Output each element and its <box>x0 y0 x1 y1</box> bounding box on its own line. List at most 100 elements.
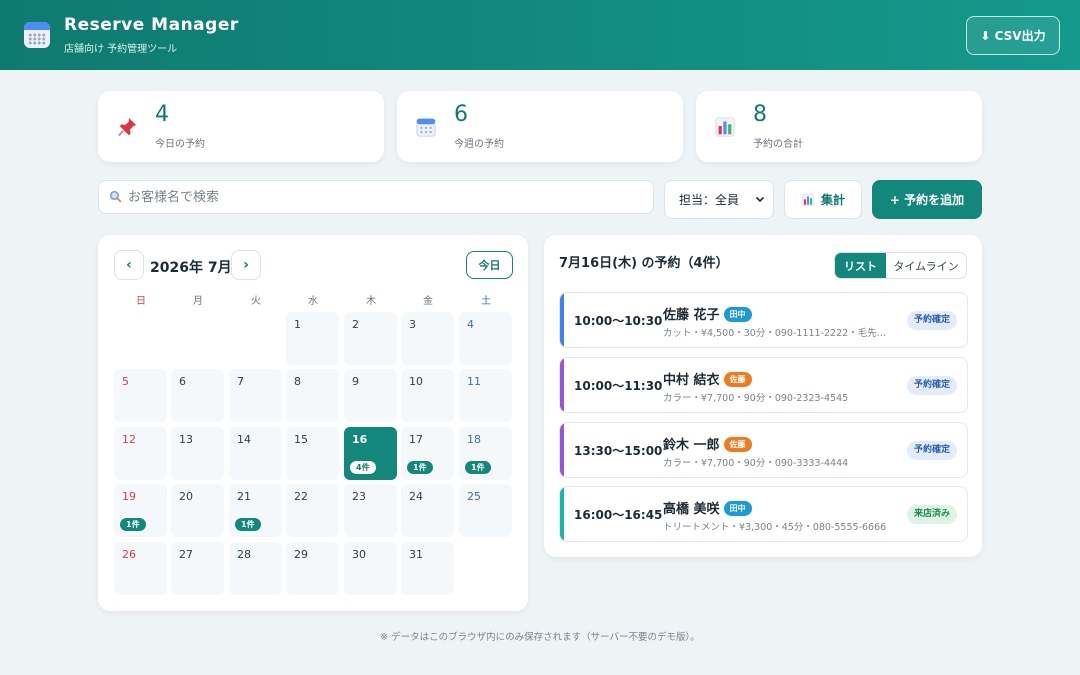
reservations-title: 7月16日(木) の予約（4件） <box>559 256 729 271</box>
next-month-button[interactable]: › <box>231 250 261 280</box>
reservation-count-badge: 1件 <box>407 461 433 474</box>
reservation-item[interactable]: 10:00〜11:30 中村 結衣 佐藤 カラー・¥7,700・90分・090-2… <box>559 357 968 413</box>
stat-today-label: 今日の予約 <box>155 138 205 150</box>
calendar-day-8[interactable]: 8 <box>286 369 339 422</box>
reservation-customer: 佐藤 花子 田中 <box>663 304 752 323</box>
calendar-day-27[interactable]: 27 <box>171 542 224 595</box>
footer-note: ※ データはこのブラウザ内にのみ保存されます（サーバー不要のデモ版）。 <box>380 632 700 643</box>
search-input[interactable] <box>128 189 628 205</box>
reservation-count-badge: 4件 <box>350 461 376 474</box>
csv-export-button[interactable]: ⬇ CSV出力 <box>966 15 1060 55</box>
view-toggle: リスト タイムライン <box>834 252 967 279</box>
day-number: 20 <box>179 490 193 503</box>
status-badge: 来店済み <box>906 505 957 524</box>
calendar-day-19[interactable]: 19 1件 <box>114 484 167 537</box>
chevron-down-icon <box>755 193 765 207</box>
reservation-detail: トリートメント・¥3,300・45分・080-5555-6666 <box>663 522 887 533</box>
day-number: 17 <box>409 433 423 446</box>
reservation-time: 16:00〜16:45 <box>574 508 663 522</box>
calendar-day-10[interactable]: 10 <box>401 369 454 422</box>
reservation-color-bar <box>560 293 564 347</box>
stat-total-value: 8 <box>753 101 767 127</box>
calendar-day-24[interactable]: 24 <box>401 484 454 537</box>
day-number: 11 <box>467 375 481 388</box>
reservation-item[interactable]: 13:30〜15:00 鈴木 一郎 佐藤 カラー・¥7,700・90分・090-3… <box>559 422 968 478</box>
customer-name: 佐藤 花子 <box>663 308 720 323</box>
weekday-sat: 土 <box>481 296 491 307</box>
calendar-day-20[interactable]: 20 <box>171 484 224 537</box>
status-badge: 予約確定 <box>906 376 957 395</box>
reservation-customer: 中村 結衣 佐藤 <box>663 369 752 388</box>
today-button[interactable]: 今日 <box>466 251 513 279</box>
calendar-day-7[interactable]: 7 <box>229 369 282 422</box>
app-header: Reserve Manager 店舗向け 予約管理ツール ⬇ CSV出力 <box>0 0 1080 70</box>
weekday-sun: 日 <box>136 296 146 307</box>
calendar-day-23[interactable]: 23 <box>344 484 397 537</box>
day-number: 21 <box>237 490 251 503</box>
calendar-day-25[interactable]: 25 <box>459 484 512 537</box>
status-badge: 予約確定 <box>906 441 957 460</box>
app-title: Reserve Manager <box>64 15 239 35</box>
calendar-day-14[interactable]: 14 <box>229 427 282 480</box>
calendar-day-3[interactable]: 3 <box>401 312 454 365</box>
calendar-day-28[interactable]: 28 <box>229 542 282 595</box>
reservation-item[interactable]: 16:00〜16:45 高橋 美咲 田中 トリートメント・¥3,300・45分・0… <box>559 486 968 542</box>
calendar-day-31[interactable]: 31 <box>401 542 454 595</box>
calendar-day-17[interactable]: 17 1件 <box>401 427 454 480</box>
staff-filter-value: 担当：全員 <box>679 193 740 207</box>
customer-name: 鈴木 一郎 <box>663 438 720 453</box>
day-number: 31 <box>409 548 423 561</box>
reservation-customer: 高橋 美咲 田中 <box>663 498 752 517</box>
calendar-day-1[interactable]: 1 <box>286 312 339 365</box>
reservation-color-bar <box>560 423 564 477</box>
reservation-customer: 鈴木 一郎 佐藤 <box>663 434 752 453</box>
stat-card-total: 8 予約の合計 <box>696 91 982 162</box>
calendar-day-5[interactable]: 5 <box>114 369 167 422</box>
day-number: 29 <box>294 548 308 561</box>
pushpin-icon <box>115 115 139 139</box>
calendar-card: ‹ 2026年 7月 › 今日 日 月 火 水 木 金 土 1234567891… <box>98 235 528 611</box>
weekday-fri: 金 <box>423 296 433 307</box>
calendar-day-16[interactable]: 16 4件 <box>344 427 397 480</box>
calendar-day-12[interactable]: 12 <box>114 427 167 480</box>
staff-badge: 田中 <box>723 307 752 322</box>
calendar-day-21[interactable]: 21 1件 <box>229 484 282 537</box>
calendar-day-9[interactable]: 9 <box>344 369 397 422</box>
calendar-day-13[interactable]: 13 <box>171 427 224 480</box>
prev-month-button[interactable]: ‹ <box>114 250 144 280</box>
calendar-day-15[interactable]: 15 <box>286 427 339 480</box>
calendar-day-4[interactable]: 4 <box>459 312 512 365</box>
day-number: 10 <box>409 375 423 388</box>
weekday-thu: 木 <box>366 296 376 307</box>
day-number: 15 <box>294 433 308 446</box>
calendar-icon <box>414 115 438 139</box>
calendar-day-6[interactable]: 6 <box>171 369 224 422</box>
calendar-day-22[interactable]: 22 <box>286 484 339 537</box>
day-number: 28 <box>237 548 251 561</box>
view-list-tab[interactable]: リスト <box>835 253 886 278</box>
staff-filter-select[interactable]: 担当：全員 <box>664 180 774 219</box>
calendar-day-11[interactable]: 11 <box>459 369 512 422</box>
day-number: 13 <box>179 433 193 446</box>
calendar-month-title: 2026年 7月 <box>150 260 232 276</box>
stats-button[interactable]: 集計 <box>784 180 862 219</box>
calendar-day-30[interactable]: 30 <box>344 542 397 595</box>
weekday-mon: 月 <box>193 296 203 307</box>
search-box[interactable] <box>98 180 654 214</box>
staff-badge: 田中 <box>723 501 752 516</box>
add-reservation-button[interactable]: + 予約を追加 <box>872 180 982 219</box>
calendar-day-18[interactable]: 18 1件 <box>459 427 512 480</box>
calendar-day-2[interactable]: 2 <box>344 312 397 365</box>
day-number: 7 <box>237 375 244 388</box>
weekday-tue: 火 <box>251 296 261 307</box>
weekday-wed: 水 <box>308 296 318 307</box>
day-number: 19 <box>122 490 136 503</box>
calendar-day-29[interactable]: 29 <box>286 542 339 595</box>
reservation-item[interactable]: 10:00〜10:30 佐藤 花子 田中 カット・¥4,500・30分・090-1… <box>559 292 968 348</box>
day-number: 27 <box>179 548 193 561</box>
calendar-day-26[interactable]: 26 <box>114 542 167 595</box>
day-number: 26 <box>122 548 136 561</box>
status-badge: 予約確定 <box>906 311 957 330</box>
day-number: 9 <box>352 375 359 388</box>
view-timeline-tab[interactable]: タイムライン <box>886 253 966 278</box>
